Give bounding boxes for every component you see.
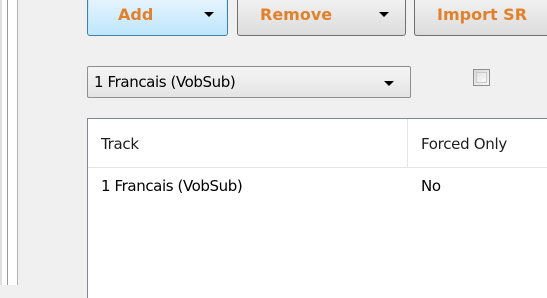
column-header-forced-only[interactable]: Forced Only <box>408 119 547 167</box>
subtitles-panel: Add Remove Import SR 1 Francais (VobSub)… <box>18 0 547 298</box>
remove-button[interactable]: Remove <box>237 0 406 36</box>
forced-only-checkbox[interactable] <box>473 69 490 86</box>
subtitle-track-list[interactable]: Track Forced Only 1 Francais (VobSub) No <box>87 118 547 298</box>
remove-button-label: Remove <box>260 5 333 24</box>
window-border-outer-line <box>0 0 2 285</box>
table-row[interactable]: 1 Francais (VobSub) No <box>88 167 547 207</box>
remove-dropdown-arrow-icon[interactable] <box>379 12 389 17</box>
add-button-label: Add <box>118 5 154 24</box>
subtitle-track-select[interactable]: 1 Francais (VobSub) <box>87 66 411 98</box>
add-button[interactable]: Add <box>87 0 228 36</box>
track-cell: 1 Francais (VobSub) <box>101 177 243 195</box>
chevron-down-icon[interactable] <box>384 81 394 86</box>
column-header-track[interactable]: Track <box>88 119 408 167</box>
import-srt-button-label: Import SR <box>437 5 528 24</box>
column-header-track-label: Track <box>101 135 139 153</box>
column-header-forced-only-label: Forced Only <box>421 135 507 153</box>
add-dropdown-arrow-icon[interactable] <box>204 12 214 17</box>
forced-only-cell: No <box>421 177 441 195</box>
window-left-border <box>0 0 18 285</box>
window-border-inner-line <box>7 0 8 285</box>
import-srt-button[interactable]: Import SR <box>414 0 547 36</box>
track-list-header: Track Forced Only <box>88 119 547 168</box>
subtitle-track-select-value: 1 Francais (VobSub) <box>94 73 236 91</box>
